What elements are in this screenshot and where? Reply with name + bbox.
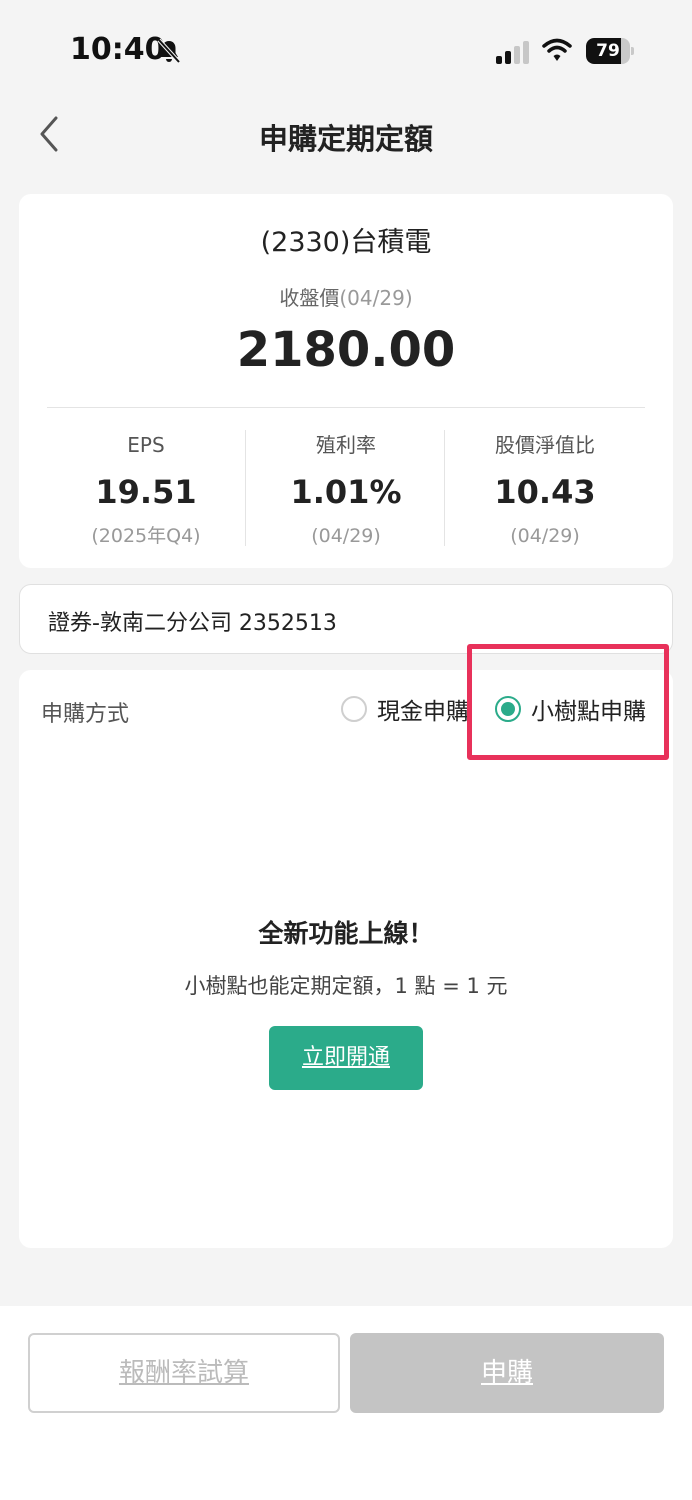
metric-label: 殖利率 [316,433,376,457]
account-text: 證券-敦南二分公司 2352513 [48,611,337,636]
radio-label-cash: 現金申購 [377,699,469,725]
wifi-icon [542,38,572,61]
nav-bar: 申購定期定額 [0,100,692,170]
metric-label: EPS [127,433,165,457]
battery-level-text: 79 [596,41,620,61]
highlight-box [467,644,669,760]
cellular-signal-icon [496,41,529,64]
close-label-text: 收盤價 [279,286,340,310]
close-price-label: 收盤價(04/29) [19,282,673,311]
subscription-method-card: 申購方式 現金申購 小樹點申購 全新功能上線！ 小樹點也能定期定額，1 點 = … [19,644,673,1248]
battery-icon: 79 [586,38,634,64]
battery-body: 79 [586,38,630,64]
bell-muted-icon [157,38,181,64]
battery-cap [631,47,634,55]
metric-sub: (2025年Q4) [91,525,201,547]
metric-sub: (04/29) [510,525,580,547]
promo-subtitle: 小樹點也能定期定額，1 點 = 1 元 [184,974,508,998]
stock-info-card: (2330)台積電 收盤價(04/29) 2180.00 EPS 19.51 (… [19,194,673,568]
radio-cash[interactable] [341,696,367,722]
promo-title: 全新功能上線！ [258,919,434,948]
metric-value: 19.51 [95,473,197,511]
close-price: 2180.00 [236,322,456,378]
metric-sub: (04/29) [311,525,381,547]
return-calculator-button[interactable]: 報酬率試算 [28,1333,340,1413]
bottom-action-bar: 報酬率試算 申購 [0,1306,692,1500]
apply-button[interactable]: 申購 [350,1333,664,1413]
status-time: 10:40 [70,32,166,67]
method-label: 申購方式 [41,702,130,727]
close-date: (04/29) [339,286,413,310]
metric-value: 1.01% [290,473,402,511]
activate-button[interactable]: 立即開通 [269,1026,423,1090]
metric-dividend-yield: 殖利率 1.01% (04/29) [246,430,446,550]
page-title: 申購定期定額 [258,122,433,156]
metric-label: 股價淨值比 [495,433,595,457]
divider [47,407,645,408]
stock-name: (2330)台積電 [260,227,432,258]
metric-price-to-book: 股價淨值比 10.43 (04/29) [445,430,645,550]
status-bar: 10:40 79 [0,0,692,100]
metric-eps: EPS 19.51 (2025年Q4) [46,430,246,550]
metric-value: 10.43 [494,473,596,511]
radio-option-cash[interactable]: 現金申購 [341,692,469,726]
